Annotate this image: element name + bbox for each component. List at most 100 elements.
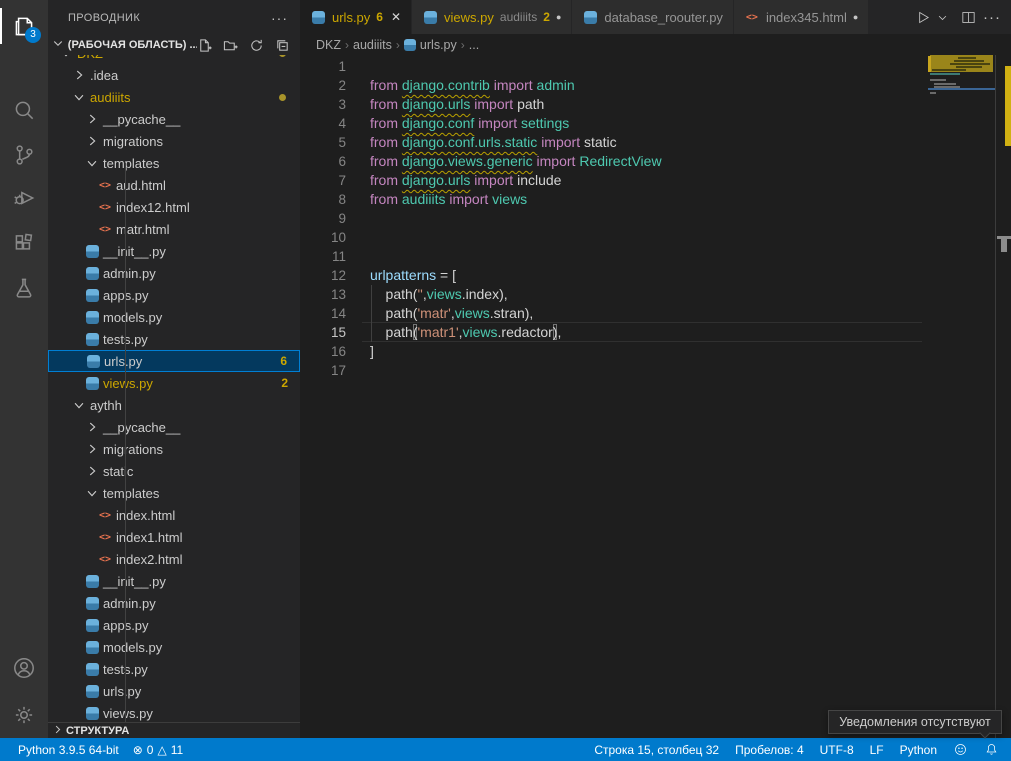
notifications-bell-icon[interactable] xyxy=(984,742,999,757)
minimap[interactable] xyxy=(928,55,995,738)
refresh-icon[interactable] xyxy=(249,38,264,53)
tree-item-views.py[interactable]: views.py xyxy=(48,702,300,722)
tree-item-.idea[interactable]: .idea xyxy=(48,64,300,86)
tree-item-aythh[interactable]: aythh xyxy=(48,394,300,416)
status-language-mode[interactable]: Python xyxy=(900,743,937,757)
tree-item-admin.py[interactable]: admin.py xyxy=(48,262,300,284)
line-number: 4 xyxy=(300,114,346,133)
code-line-2[interactable]: 2from django.contrib import admin xyxy=(300,76,928,95)
tree-item-tests.py[interactable]: tests.py xyxy=(48,328,300,350)
feedback-icon[interactable] xyxy=(953,742,968,757)
extensions-icon[interactable] xyxy=(0,222,48,266)
tab-database_roouter.py[interactable]: database_roouter.py xyxy=(572,0,734,34)
code-line-11[interactable]: 11 xyxy=(300,247,928,266)
tree-item-admin.py[interactable]: admin.py xyxy=(48,592,300,614)
run-and-debug-icon[interactable] xyxy=(0,176,48,220)
tree-item-__pycache__[interactable]: __pycache__ xyxy=(48,108,300,130)
source-control-icon[interactable] xyxy=(0,133,48,177)
status-indentation[interactable]: Пробелов: 4 xyxy=(735,743,804,757)
tree-item-audiiits[interactable]: audiiits xyxy=(48,86,300,108)
status-eol[interactable]: LF xyxy=(870,743,884,757)
code-line-13[interactable]: 13 path('',views.index), xyxy=(300,285,928,304)
run-button-icon[interactable] xyxy=(914,9,931,26)
code-line-8[interactable]: 8from audiiits import views xyxy=(300,190,928,209)
tree-item-__init__.py[interactable]: __init__.py xyxy=(48,570,300,592)
tree-item-index2.html[interactable]: <>index2.html xyxy=(48,548,300,570)
code-line-7[interactable]: 7from django.urls import include xyxy=(300,171,928,190)
breadcrumb-separator: › xyxy=(396,38,400,52)
code-line-16[interactable]: 16] xyxy=(300,342,928,361)
tree-item-tests.py[interactable]: tests.py xyxy=(48,658,300,680)
tree-item-apps.py[interactable]: apps.py xyxy=(48,614,300,636)
html-file-icon: <> xyxy=(97,510,113,521)
account-icon[interactable] xyxy=(0,646,48,690)
tree-item-templates[interactable]: templates xyxy=(48,482,300,504)
explorer-icon[interactable]: 3 xyxy=(0,4,48,48)
tree-item-index1.html[interactable]: <>index1.html xyxy=(48,526,300,548)
tab-urls.py[interactable]: urls.py6✕ xyxy=(300,0,412,34)
breadcrumb-item[interactable]: urls.py xyxy=(420,38,457,52)
code-line-17[interactable]: 17 xyxy=(300,361,928,380)
python-file-icon xyxy=(422,11,438,24)
tree-item-static[interactable]: static xyxy=(48,460,300,482)
modified-dot-icon[interactable]: ● xyxy=(853,12,858,22)
breadcrumb-item[interactable]: DKZ xyxy=(316,38,341,52)
chevron-down-icon xyxy=(58,55,74,61)
collapse-all-icon[interactable] xyxy=(275,38,290,53)
code-line-14[interactable]: 14 path('matr',views.stran), xyxy=(300,304,928,323)
tree-item-DKZ[interactable]: DKZ xyxy=(48,55,300,64)
tree-item-__init__.py[interactable]: __init__.py xyxy=(48,240,300,262)
modified-dot-icon[interactable]: ● xyxy=(556,12,561,22)
overview-ruler[interactable] xyxy=(995,55,1011,738)
code-line-3[interactable]: 3from django.urls import path xyxy=(300,95,928,114)
status-python-interpreter[interactable]: Python 3.9.5 64-bit xyxy=(18,743,119,757)
new-file-icon[interactable] xyxy=(197,38,212,53)
search-icon[interactable] xyxy=(0,88,48,132)
status-problems[interactable]: ⊗0△11 xyxy=(133,743,183,757)
tree-item-migrations[interactable]: migrations xyxy=(48,438,300,460)
code-line-12[interactable]: 12urlpatterns = [ xyxy=(300,266,928,285)
status-encoding[interactable]: UTF-8 xyxy=(820,743,854,757)
code-line-15[interactable]: 15 path('matr1',views.redactor), xyxy=(300,323,928,342)
breadcrumb-item[interactable]: audiiits xyxy=(353,38,392,52)
status-cursor-position[interactable]: Строка 15, столбец 32 xyxy=(594,743,719,757)
tree-item-urls.py[interactable]: urls.py6 xyxy=(48,350,300,372)
code-line-5[interactable]: 5from django.conf.urls.static import sta… xyxy=(300,133,928,152)
settings-gear-icon[interactable] xyxy=(0,693,48,737)
tooltip-text: Уведомления отсутствуют xyxy=(839,715,990,729)
outline-section-header[interactable]: СТРУКТУРА xyxy=(48,722,300,738)
tree-item-models.py[interactable]: models.py xyxy=(48,636,300,658)
tree-item-migrations[interactable]: migrations xyxy=(48,130,300,152)
run-dropdown-chevron-icon[interactable] xyxy=(937,12,948,23)
code-line-4[interactable]: 4from django.conf import settings xyxy=(300,114,928,133)
workspace-section-header[interactable]: (РАБОЧАЯ ОБЛАСТЬ) ... xyxy=(48,35,300,55)
sidebar-more-actions-icon[interactable]: ··· xyxy=(271,10,288,26)
tab-index345.html[interactable]: <>index345.html● xyxy=(734,0,869,34)
tab-views.py[interactable]: views.pyaudiiits2● xyxy=(412,0,572,34)
code-line-10[interactable]: 10 xyxy=(300,228,928,247)
chevron-right-icon xyxy=(52,722,66,740)
split-editor-icon[interactable] xyxy=(960,9,977,26)
new-folder-icon[interactable] xyxy=(223,38,238,53)
close-icon[interactable]: ✕ xyxy=(391,10,401,24)
sidebar-explorer: ПРОВОДНИК ··· (РАБОЧАЯ ОБЛАСТЬ) ... DKZ.… xyxy=(48,0,300,738)
testing-icon[interactable] xyxy=(0,266,48,310)
notifications-tooltip: Уведомления отсутствуют xyxy=(828,710,1002,734)
code-editor[interactable]: 12from django.contrib import admin3from … xyxy=(300,55,1011,738)
tree-item-aud.html[interactable]: <>aud.html xyxy=(48,174,300,196)
more-actions-icon[interactable]: ··· xyxy=(983,9,1001,26)
tree-item-index.html[interactable]: <>index.html xyxy=(48,504,300,526)
tree-item-models.py[interactable]: models.py xyxy=(48,306,300,328)
tree-item-urls.py[interactable]: urls.py xyxy=(48,680,300,702)
tree-item-templates[interactable]: templates xyxy=(48,152,300,174)
code-line-6[interactable]: 6from django.views.generic import Redire… xyxy=(300,152,928,171)
code-line-9[interactable]: 9 xyxy=(300,209,928,228)
tree-item-index12.html[interactable]: <>index12.html xyxy=(48,196,300,218)
code-line-1[interactable]: 1 xyxy=(300,57,928,76)
breadcrumb-item[interactable]: ... xyxy=(469,38,479,52)
tree-item-matr.html[interactable]: <>matr.html xyxy=(48,218,300,240)
tree-item-__pycache__[interactable]: __pycache__ xyxy=(48,416,300,438)
tree-item-views.py[interactable]: views.py2 xyxy=(48,372,300,394)
tree-item-apps.py[interactable]: apps.py xyxy=(48,284,300,306)
tab-bar: urls.py6✕views.pyaudiiits2●database_roou… xyxy=(300,0,1011,34)
